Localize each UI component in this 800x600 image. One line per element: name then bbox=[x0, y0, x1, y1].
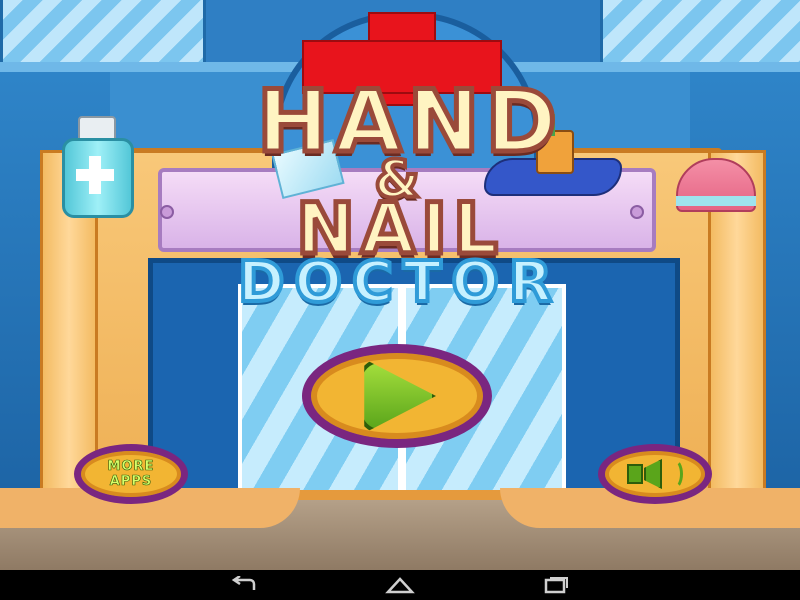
speaker-icon bbox=[627, 464, 643, 484]
system-nav-bar bbox=[0, 570, 800, 600]
more-apps-button[interactable]: MORE APPS bbox=[74, 444, 188, 504]
play-icon bbox=[364, 359, 436, 433]
top-window-left bbox=[0, 0, 206, 65]
plaque-rivet bbox=[630, 205, 644, 219]
speaker-cone bbox=[644, 459, 662, 489]
title-doctor: DOCTOR bbox=[236, 248, 563, 317]
towel-stripe bbox=[676, 196, 756, 206]
back-icon[interactable] bbox=[226, 575, 262, 595]
bottle-cross bbox=[76, 169, 114, 181]
recent-apps-icon[interactable] bbox=[538, 575, 574, 595]
home-icon[interactable] bbox=[382, 575, 418, 595]
sound-waves-icon bbox=[666, 459, 683, 489]
top-window-right bbox=[600, 0, 800, 65]
play-button[interactable] bbox=[302, 344, 492, 448]
sound-toggle-button[interactable] bbox=[598, 444, 712, 504]
more-apps-label: MORE APPS bbox=[107, 459, 155, 490]
game-scene: HAND & NAIL DOCTOR MORE APPS bbox=[0, 0, 800, 570]
plaque-rivet bbox=[160, 205, 174, 219]
